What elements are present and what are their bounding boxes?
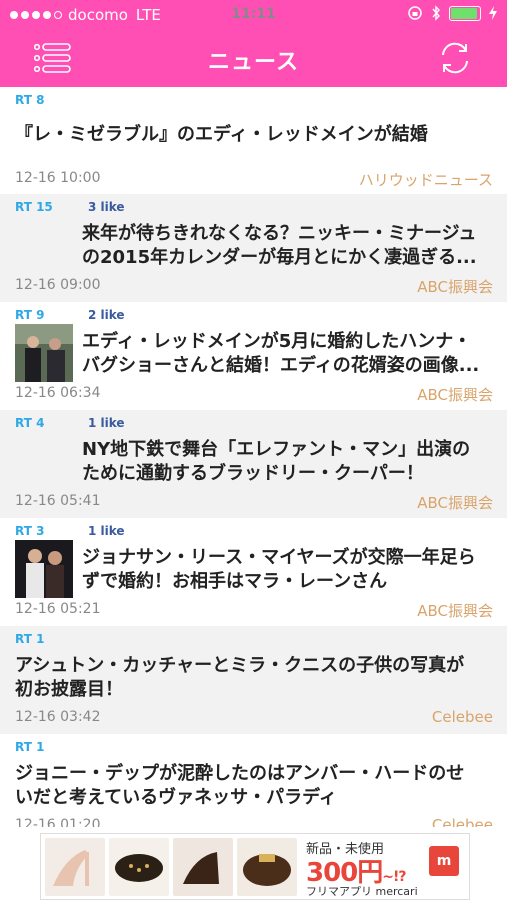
bluetooth-icon bbox=[432, 5, 440, 21]
news-source[interactable]: ハリウッドニュース bbox=[359, 169, 493, 190]
news-time: 12-16 01:20 bbox=[15, 817, 101, 827]
news-headline: NY地下鉄で舞台「エレファント・マン」出演の ために通勤するブラッドリー・クーパ… bbox=[82, 439, 471, 484]
page-title: ニュース bbox=[208, 50, 299, 75]
refresh-icon bbox=[442, 42, 468, 74]
mercari-logo-icon: m bbox=[429, 846, 459, 876]
shoe-image bbox=[109, 838, 169, 896]
news-source[interactable]: Celebee bbox=[432, 816, 493, 827]
news-item[interactable]: RT 1 ジョニー・デップが泥酔したのはアンバー・ハードのせ いだと考えているヴ… bbox=[0, 734, 507, 827]
retweet-count: RT 9 bbox=[15, 308, 45, 322]
shoe-image bbox=[237, 838, 297, 896]
shoe-image bbox=[45, 838, 105, 896]
news-thumbnail bbox=[15, 324, 73, 382]
news-headline: ジョナサン・リース・マイヤーズが交際一年足ら ずで婚約！お相手はマラ・レーンさん bbox=[82, 547, 476, 592]
news-time: 12-16 03:42 bbox=[15, 709, 101, 725]
like-count: 2 like bbox=[88, 308, 125, 322]
ad-banner[interactable]: 新品・未使用 300円~!? フリマアプリ mercari m bbox=[40, 833, 470, 900]
news-headline: 『レ・ミゼラブル』のエディ・レッドメインが結婚 bbox=[15, 124, 428, 145]
news-item[interactable]: RT 9 2 like エディ・レッドメインが5月に婚約したハンナ・ バグショー… bbox=[0, 302, 507, 410]
news-time: 12-16 09:00 bbox=[15, 277, 101, 293]
news-thumbnail bbox=[15, 540, 73, 598]
status-bar: docomo LTE 11:11 bbox=[0, 0, 507, 30]
news-time: 12-16 10:00 bbox=[15, 170, 101, 186]
news-headline: アシュトン・カッチャーとミラ・クニスの子供の写真が 初お披露目！ bbox=[15, 655, 465, 700]
rotation-lock-icon bbox=[408, 6, 422, 20]
news-source[interactable]: Celebee bbox=[432, 708, 493, 726]
like-count: 1 like bbox=[88, 416, 125, 430]
news-headline: エディ・レッドメインが5月に婚約したハンナ・ バグショーさんと結婚！エディの花婿… bbox=[82, 331, 480, 376]
retweet-count: RT 15 bbox=[15, 200, 53, 214]
retweet-count: RT 1 bbox=[15, 632, 45, 646]
app-header: docomo LTE 11:11 ニュース bbox=[0, 0, 507, 87]
ad-brand: フリマアプリ mercari bbox=[306, 885, 418, 898]
retweet-count: RT 8 bbox=[15, 93, 45, 107]
news-time: 12-16 06:34 bbox=[15, 385, 101, 401]
news-list: RT 8 『レ・ミゼラブル』のエディ・レッドメインが結婚 12-16 10:00… bbox=[0, 87, 507, 827]
news-item[interactable]: RT 15 3 like 来年が待ちきれなくなる？ニッキー・ミナージュ の201… bbox=[0, 194, 507, 302]
news-item[interactable]: RT 1 アシュトン・カッチャーとミラ・クニスの子供の写真が 初お披露目！ 12… bbox=[0, 626, 507, 734]
status-icons bbox=[407, 5, 497, 21]
news-source[interactable]: ABC振興会 bbox=[417, 492, 493, 513]
news-source[interactable]: ABC振興会 bbox=[417, 276, 493, 297]
news-source[interactable]: ABC振興会 bbox=[417, 384, 493, 405]
news-time: 12-16 05:41 bbox=[15, 493, 101, 509]
news-headline: 来年が待ちきれなくなる？ニッキー・ミナージュ の2015年カレンダーが毎月とにか… bbox=[82, 223, 477, 268]
charging-icon bbox=[489, 6, 497, 20]
news-time: 12-16 05:21 bbox=[15, 601, 101, 617]
retweet-count: RT 1 bbox=[15, 740, 45, 754]
like-count: 1 like bbox=[88, 524, 125, 538]
refresh-button[interactable] bbox=[435, 38, 475, 78]
news-item[interactable]: RT 3 1 like ジョナサン・リース・マイヤーズが交際一年足ら ずで婚約！… bbox=[0, 518, 507, 626]
retweet-count: RT 3 bbox=[15, 524, 45, 538]
retweet-count: RT 4 bbox=[15, 416, 45, 430]
news-source[interactable]: ABC振興会 bbox=[417, 600, 493, 621]
news-item[interactable]: RT 8 『レ・ミゼラブル』のエディ・レッドメインが結婚 12-16 10:00… bbox=[0, 87, 507, 194]
battery-icon bbox=[449, 5, 481, 21]
news-headline: ジョニー・デップが泥酔したのはアンバー・ハードのせ いだと考えているヴァネッサ・… bbox=[15, 763, 465, 808]
shoe-image bbox=[173, 838, 233, 896]
news-item[interactable]: RT 4 1 like NY地下鉄で舞台「エレファント・マン」出演の ために通勤… bbox=[0, 410, 507, 518]
like-count: 3 like bbox=[88, 200, 125, 214]
